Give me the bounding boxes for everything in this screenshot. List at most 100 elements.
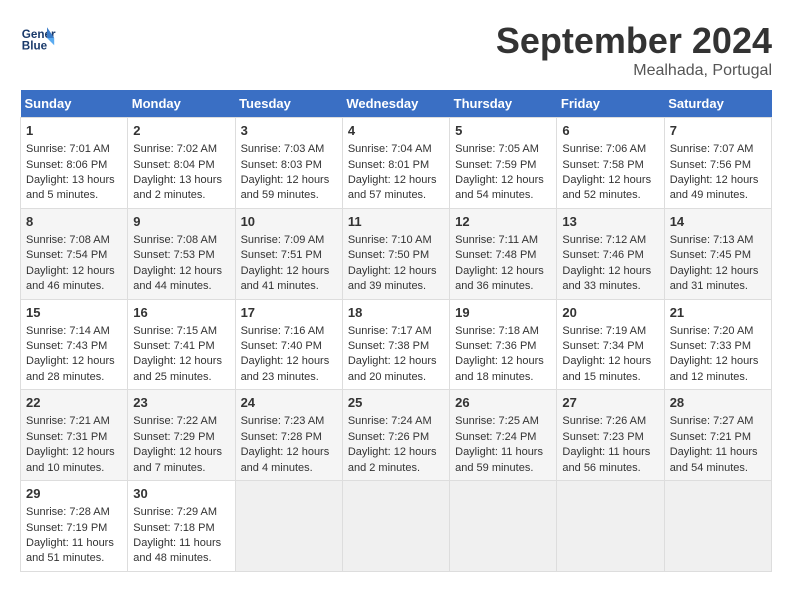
calendar-week-2: 8Sunrise: 7:08 AMSunset: 7:54 PMDaylight… (21, 208, 772, 299)
calendar-cell: 15Sunrise: 7:14 AMSunset: 7:43 PMDayligh… (21, 299, 128, 390)
day-info-line: Daylight: 12 hours (133, 445, 229, 460)
day-info-line: Sunset: 7:31 PM (26, 430, 122, 445)
day-info-line: and 56 minutes. (562, 461, 658, 476)
day-number: 6 (562, 122, 658, 140)
day-info-line: Sunset: 7:56 PM (670, 158, 766, 173)
day-info-line: and 59 minutes. (241, 188, 337, 203)
day-info-line: Sunset: 7:34 PM (562, 339, 658, 354)
day-number: 8 (26, 213, 122, 231)
day-info-line: Daylight: 11 hours (562, 445, 658, 460)
day-info-line: and 31 minutes. (670, 279, 766, 294)
day-info-line: Sunrise: 7:18 AM (455, 324, 551, 339)
calendar-cell: 20 Sunrise: 7:19 AMSunset: 7:34 PMDayligh… (557, 299, 664, 390)
day-number: 25 (348, 394, 444, 412)
day-info-line: Sunset: 7:29 PM (133, 430, 229, 445)
day-info-line: Daylight: 12 hours (455, 354, 551, 369)
calendar-cell: 26Sunrise: 7:25 AMSunset: 7:24 PMDayligh… (450, 390, 557, 481)
day-info-line: Sunrise: 7:08 AM (133, 233, 229, 248)
day-info-line: Daylight: 12 hours (133, 264, 229, 279)
day-info-line: and 15 minutes. (562, 370, 658, 385)
day-info-line: Daylight: 11 hours (26, 536, 122, 551)
day-number: 17 (241, 304, 337, 322)
day-info-line: and 2 minutes. (133, 188, 229, 203)
day-number: 30 (133, 485, 229, 503)
day-info-line: Sunset: 7:28 PM (241, 430, 337, 445)
column-header-sunday: Sunday (21, 90, 128, 118)
column-header-thursday: Thursday (450, 90, 557, 118)
day-number: 29 (26, 485, 122, 503)
day-info-line: Sunrise: 7:26 AM (562, 414, 658, 429)
day-number: 22 (26, 394, 122, 412)
svg-text:Blue: Blue (22, 40, 48, 53)
day-info-line: and 48 minutes. (133, 551, 229, 566)
calendar-cell: 3Sunrise: 7:03 AMSunset: 8:03 PMDaylight… (235, 118, 342, 209)
column-header-friday: Friday (557, 90, 664, 118)
day-info-line: Sunset: 7:58 PM (562, 158, 658, 173)
day-info-line: Daylight: 12 hours (241, 173, 337, 188)
day-info-line: and 36 minutes. (455, 279, 551, 294)
day-info-line: Sunset: 7:51 PM (241, 248, 337, 263)
day-info-line: Sunset: 7:40 PM (241, 339, 337, 354)
day-info-line: Sunrise: 7:09 AM (241, 233, 337, 248)
calendar-cell: 11Sunrise: 7:10 AMSunset: 7:50 PMDayligh… (342, 208, 449, 299)
logo-icon: General Blue (20, 20, 56, 56)
day-info-line: Daylight: 12 hours (562, 264, 658, 279)
day-number: 1 (26, 122, 122, 140)
day-info-line: Daylight: 12 hours (562, 354, 658, 369)
day-info-line: Sunrise: 7:27 AM (670, 414, 766, 429)
day-info-line: and 12 minutes. (670, 370, 766, 385)
day-info-line: and 5 minutes. (26, 188, 122, 203)
day-info-line: Sunrise: 7:28 AM (26, 505, 122, 520)
day-info-line: Sunset: 7:38 PM (348, 339, 444, 354)
calendar-week-1: 1Sunrise: 7:01 AMSunset: 8:06 PMDaylight… (21, 118, 772, 209)
day-info-line: Sunrise: 7:05 AM (455, 142, 551, 157)
day-info-line: and 54 minutes. (455, 188, 551, 203)
day-info-line: and 52 minutes. (562, 188, 658, 203)
day-info-line: and 20 minutes. (348, 370, 444, 385)
day-info-line: Sunrise: 7:01 AM (26, 142, 122, 157)
day-number: 21 (670, 304, 766, 322)
day-info-line: Daylight: 12 hours (133, 354, 229, 369)
day-info-line: and 59 minutes. (455, 461, 551, 476)
calendar-cell: 7Sunrise: 7:07 AMSunset: 7:56 PMDaylight… (664, 118, 771, 209)
column-header-saturday: Saturday (664, 90, 771, 118)
day-info-line: Sunset: 8:04 PM (133, 158, 229, 173)
day-info-line: Sunset: 8:01 PM (348, 158, 444, 173)
day-info-line: Sunset: 7:48 PM (455, 248, 551, 263)
day-info-line: and 46 minutes. (26, 279, 122, 294)
day-number: 28 (670, 394, 766, 412)
day-info-line: Daylight: 12 hours (26, 354, 122, 369)
day-info-line: Daylight: 12 hours (348, 264, 444, 279)
day-info-line: and 7 minutes. (133, 461, 229, 476)
calendar-cell: 23Sunrise: 7:22 AMSunset: 7:29 PMDayligh… (128, 390, 235, 481)
day-info-line: Sunset: 7:21 PM (670, 430, 766, 445)
day-info-line: Sunrise: 7:19 AM (562, 324, 658, 339)
day-info-line: Sunrise: 7:06 AM (562, 142, 658, 157)
day-info-line: and 10 minutes. (26, 461, 122, 476)
day-info-line: Sunset: 7:43 PM (26, 339, 122, 354)
day-info-line: Sunrise: 7:16 AM (241, 324, 337, 339)
day-number: 20 (562, 304, 658, 322)
day-number: 18 (348, 304, 444, 322)
day-info-line: and 33 minutes. (562, 279, 658, 294)
calendar-cell: 2Sunrise: 7:02 AMSunset: 8:04 PMDaylight… (128, 118, 235, 209)
day-info-line: Daylight: 11 hours (455, 445, 551, 460)
day-info-line: Sunrise: 7:07 AM (670, 142, 766, 157)
calendar-cell (557, 481, 664, 572)
calendar-cell: 14Sunrise: 7:13 AMSunset: 7:45 PMDayligh… (664, 208, 771, 299)
day-info-line: Sunrise: 7:17 AM (348, 324, 444, 339)
calendar-cell: 18Sunrise: 7:17 AMSunset: 7:38 PMDayligh… (342, 299, 449, 390)
calendar-cell: 19Sunrise: 7:18 AMSunset: 7:36 PMDayligh… (450, 299, 557, 390)
calendar-table: SundayMondayTuesdayWednesdayThursdayFrid… (20, 90, 772, 572)
day-info-line: Daylight: 12 hours (241, 264, 337, 279)
day-info-line: Daylight: 12 hours (670, 264, 766, 279)
day-number: 16 (133, 304, 229, 322)
calendar-cell: 24Sunrise: 7:23 AMSunset: 7:28 PMDayligh… (235, 390, 342, 481)
calendar-cell: 13Sunrise: 7:12 AMSunset: 7:46 PMDayligh… (557, 208, 664, 299)
day-info-line: Daylight: 12 hours (26, 264, 122, 279)
day-info-line: Daylight: 11 hours (133, 536, 229, 551)
day-info-line: Sunset: 7:59 PM (455, 158, 551, 173)
day-info-line: Sunrise: 7:13 AM (670, 233, 766, 248)
day-info-line: Sunset: 7:19 PM (26, 521, 122, 536)
day-number: 10 (241, 213, 337, 231)
